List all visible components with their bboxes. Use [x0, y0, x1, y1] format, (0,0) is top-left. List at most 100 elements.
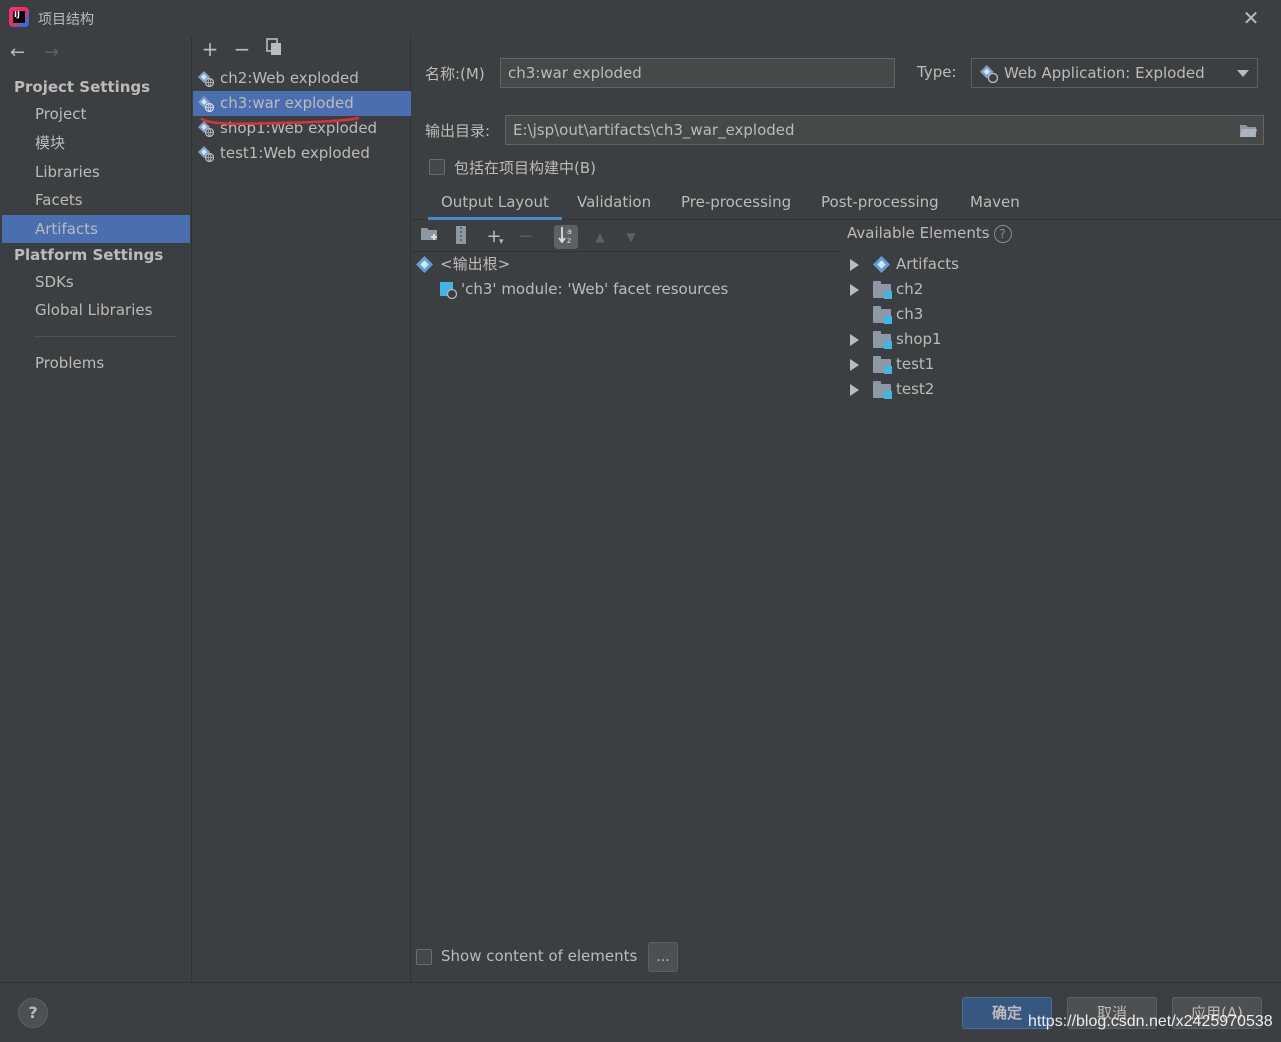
- window-title: 项目结构: [38, 12, 94, 28]
- back-arrow-icon[interactable]: ←: [10, 42, 25, 64]
- module-folder-icon: [873, 306, 892, 324]
- tab-output-layout[interactable]: Output Layout: [428, 192, 562, 220]
- tree-item-output-root[interactable]: <输出根>: [416, 252, 510, 277]
- module-folder-icon: [873, 281, 892, 299]
- web-artifact-icon: [198, 71, 214, 87]
- output-dir-field[interactable]: E:\jsp\out\artifacts\ch3_war_exploded: [505, 115, 1264, 145]
- nav-item-facets[interactable]: Facets: [2, 186, 190, 214]
- web-artifact-icon: [980, 65, 998, 83]
- expand-arrow-icon[interactable]: [850, 259, 859, 271]
- facet-resources-icon: [440, 282, 457, 299]
- artifact-detail-panel: 名称:(M) ch3:war exploded Type: Web Applic…: [412, 36, 1281, 982]
- folder-open-icon[interactable]: [1239, 122, 1257, 138]
- available-elements-title: Available Elements?: [847, 224, 1012, 243]
- expand-arrow-icon[interactable]: [850, 384, 859, 396]
- tab-bar: Output Layout Validation Pre-processing …: [412, 186, 1281, 220]
- add-icon[interactable]: +: [199, 38, 221, 60]
- nav-item-modules[interactable]: 模块: [2, 129, 190, 157]
- expand-arrow-icon[interactable]: [850, 359, 859, 371]
- svg-text:a: a: [567, 227, 572, 236]
- close-icon[interactable]: ✕: [1241, 8, 1261, 28]
- expand-arrow-icon[interactable]: [850, 334, 859, 346]
- platform-settings-header: Platform Settings: [14, 246, 164, 264]
- artifact-list-toolbar: + −: [193, 36, 411, 64]
- settings-nav: ← → Project Settings Project 模块 Librarie…: [2, 36, 192, 982]
- archive-icon[interactable]: [449, 225, 473, 249]
- tab-pre-processing[interactable]: Pre-processing: [681, 192, 791, 220]
- available-item-label: test2: [896, 380, 935, 398]
- new-directory-icon[interactable]: [418, 225, 442, 249]
- annotation-underline: [200, 116, 360, 125]
- copy-icon[interactable]: [263, 38, 285, 60]
- output-dir-value: E:\jsp\out\artifacts\ch3_war_exploded: [513, 121, 795, 139]
- output-root-label: <输出根>: [440, 255, 511, 273]
- available-item-test1[interactable]: test1: [849, 352, 1049, 377]
- list-item[interactable]: ch2:Web exploded: [193, 66, 411, 91]
- available-item-artifacts[interactable]: Artifacts: [849, 252, 1049, 277]
- tree-item-facet-resources[interactable]: 'ch3' module: 'Web' facet resources: [439, 277, 728, 302]
- available-item-label: ch2: [896, 280, 924, 298]
- list-item-label: test1:Web exploded: [220, 144, 370, 162]
- type-dropdown[interactable]: Web Application: Exploded: [971, 58, 1258, 88]
- output-dir-label: 输出目录:: [425, 122, 491, 140]
- available-item-test2[interactable]: test2: [849, 377, 1049, 402]
- output-root-icon: [416, 256, 433, 273]
- nav-item-global-libraries[interactable]: Global Libraries: [2, 296, 190, 324]
- nav-item-artifacts[interactable]: Artifacts: [2, 215, 190, 243]
- show-content-checkbox[interactable]: [416, 949, 432, 965]
- chevron-down-icon: [1237, 70, 1249, 77]
- module-folder-icon: [873, 381, 892, 399]
- list-item-selected[interactable]: ch3:war exploded: [193, 91, 411, 116]
- name-label: 名称:(M): [425, 65, 485, 83]
- move-up-icon[interactable]: ▲: [588, 225, 612, 249]
- forward-arrow-icon[interactable]: →: [44, 42, 59, 64]
- list-item[interactable]: test1:Web exploded: [193, 141, 411, 166]
- show-content-label: Show content of elements: [441, 947, 638, 965]
- project-settings-header: Project Settings: [14, 78, 151, 96]
- layout-toolbar: + ▾ − az ▲ ▼: [412, 222, 842, 252]
- tab-post-processing[interactable]: Post-processing: [821, 192, 939, 220]
- show-content-options-button[interactable]: ...: [648, 942, 678, 972]
- available-item-ch2[interactable]: ch2: [849, 277, 1049, 302]
- remove-icon[interactable]: −: [231, 38, 253, 60]
- list-item-label: ch3:war exploded: [220, 94, 354, 112]
- available-item-label: shop1: [896, 330, 942, 348]
- web-artifact-icon: [198, 146, 214, 162]
- tab-maven[interactable]: Maven: [970, 192, 1020, 220]
- nav-divider: [34, 336, 176, 337]
- nav-item-problems[interactable]: Problems: [2, 349, 190, 377]
- tab-validation[interactable]: Validation: [577, 192, 651, 220]
- module-folder-icon: [873, 331, 892, 349]
- type-label: Type:: [917, 63, 957, 81]
- artifact-list: + − ch2:Web exploded ch3:war exploded sh…: [193, 36, 411, 982]
- nav-item-project[interactable]: Project: [2, 100, 190, 128]
- artifacts-icon: [873, 256, 890, 273]
- module-folder-icon: [873, 356, 892, 374]
- svg-text:z: z: [567, 236, 571, 245]
- help-icon[interactable]: ?: [993, 224, 1012, 243]
- watermark-url: https://blog.csdn.net/x2425970538: [1028, 1013, 1273, 1030]
- available-item-ch3[interactable]: ch3: [849, 302, 1049, 327]
- name-field[interactable]: ch3:war exploded: [500, 58, 895, 88]
- available-item-label: ch3: [896, 305, 924, 323]
- available-item-label: Artifacts: [896, 255, 959, 273]
- intellij-logo-icon: IJ: [9, 7, 29, 27]
- available-elements-label: Available Elements: [847, 224, 990, 242]
- expand-arrow-icon[interactable]: [850, 284, 859, 296]
- list-item-label: ch2:Web exploded: [220, 69, 359, 87]
- web-artifact-icon: [198, 96, 214, 112]
- title-bar: IJ 项目结构 ✕: [0, 0, 1281, 36]
- sort-alphabetically-icon[interactable]: az: [554, 225, 578, 249]
- facet-resources-label: 'ch3' module: 'Web' facet resources: [461, 280, 729, 298]
- add-element-icon[interactable]: + ▾: [482, 225, 506, 249]
- nav-item-sdks[interactable]: SDKs: [2, 268, 190, 296]
- help-button[interactable]: ?: [18, 998, 48, 1028]
- dialog-button-bar: ? 确定 取消 应用(A) https://blog.csdn.net/x242…: [0, 982, 1281, 1042]
- nav-item-libraries[interactable]: Libraries: [2, 158, 190, 186]
- move-down-icon[interactable]: ▼: [619, 225, 643, 249]
- include-in-build-label: 包括在项目构建中(B): [454, 159, 596, 177]
- available-item-label: test1: [896, 355, 935, 373]
- remove-element-icon[interactable]: −: [514, 225, 538, 249]
- available-item-shop1[interactable]: shop1: [849, 327, 1049, 352]
- include-in-build-checkbox[interactable]: [429, 159, 445, 175]
